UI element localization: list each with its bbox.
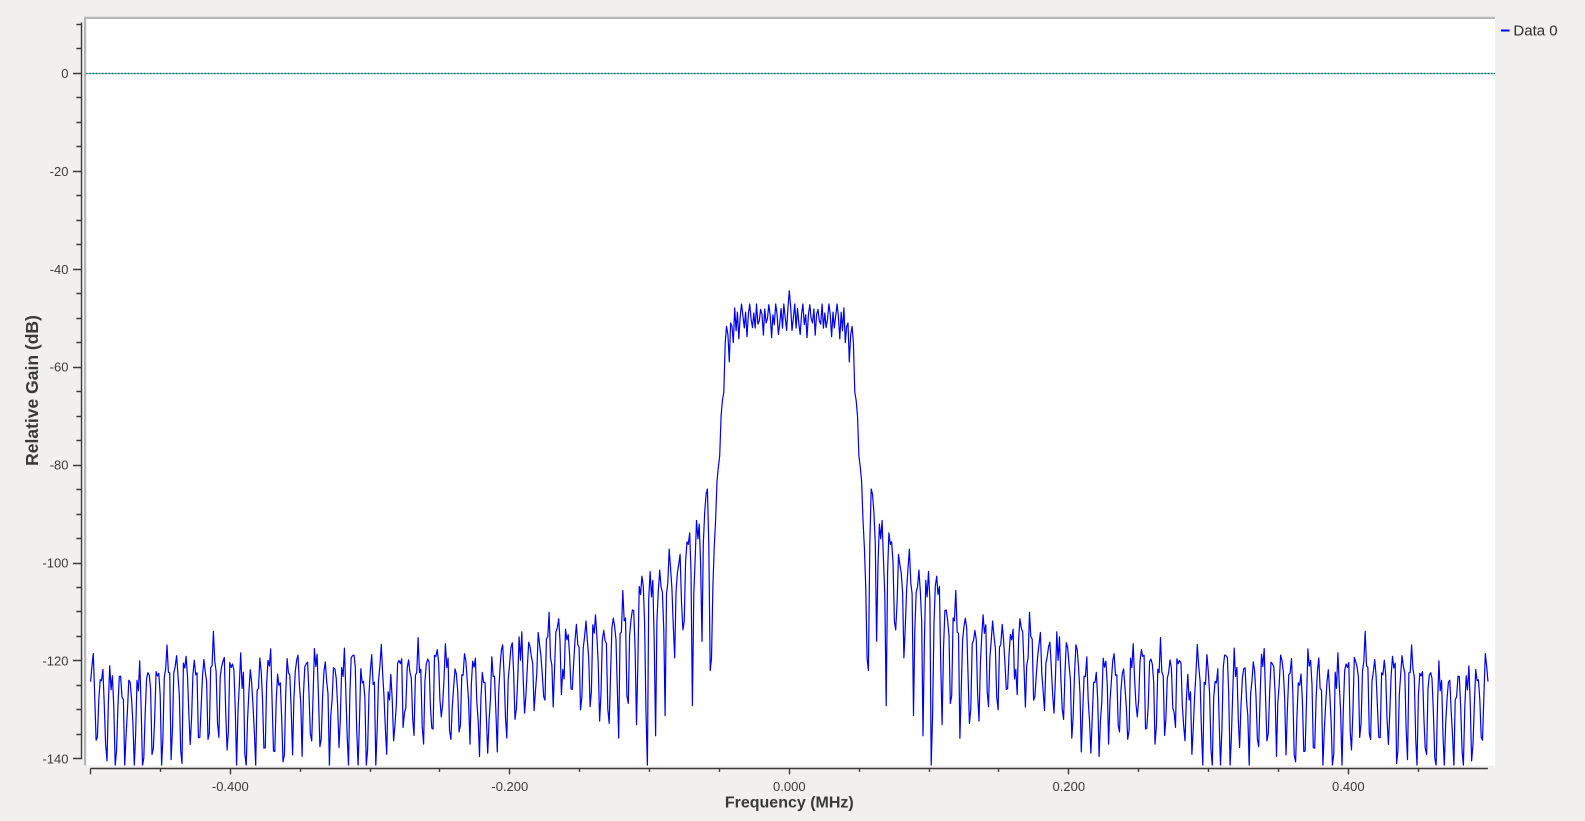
svg-text:-120: -120 (42, 654, 68, 669)
svg-text:Relative Gain (dB): Relative Gain (dB) (22, 315, 42, 466)
svg-text:-20: -20 (50, 164, 69, 179)
svg-text:Frequency (MHz): Frequency (MHz) (725, 794, 854, 811)
svg-text:-100: -100 (42, 556, 68, 571)
svg-text:-0.400: -0.400 (212, 779, 249, 794)
svg-text:-80: -80 (50, 458, 69, 473)
svg-text:0: 0 (61, 66, 68, 81)
svg-text:0.400: 0.400 (1332, 779, 1365, 794)
svg-text:-140: -140 (42, 752, 68, 767)
svg-text:-60: -60 (50, 360, 69, 375)
svg-text:-40: -40 (50, 262, 69, 277)
svg-text:Data 0: Data 0 (1513, 23, 1557, 40)
svg-text:0.200: 0.200 (1053, 779, 1086, 794)
svg-text:0.000: 0.000 (773, 779, 806, 794)
svg-text:-0.200: -0.200 (491, 779, 528, 794)
